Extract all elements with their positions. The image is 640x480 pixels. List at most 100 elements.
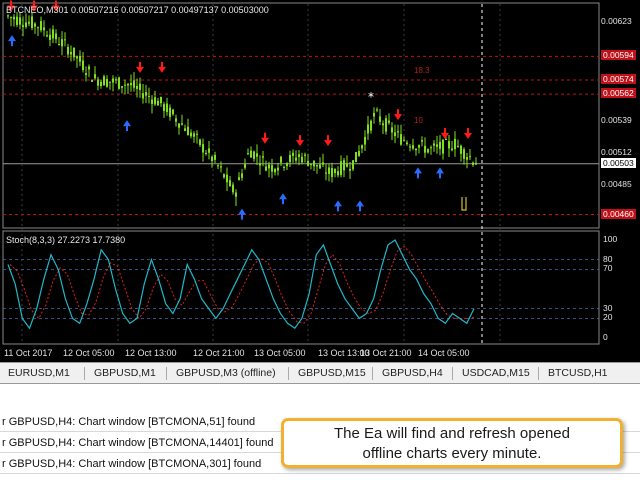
price-chart[interactable]: * BTCNEO,M301 0.00507216 0.00507217 0.00… <box>0 0 640 362</box>
candle-body <box>274 168 276 173</box>
time-axis-label: 12 Oct 13:00 <box>125 348 177 358</box>
sell-arrow-icon <box>464 128 472 140</box>
sell-arrow-icon <box>261 132 269 144</box>
candle-body <box>370 120 372 131</box>
candle-body <box>100 81 102 87</box>
candle-body <box>397 131 399 133</box>
price-axis-label: 0.00594 <box>601 50 636 61</box>
buy-arrow-icon <box>279 193 287 205</box>
tab-gbpusd-m1[interactable]: GBPUSD,M1 <box>88 366 162 381</box>
candle-body <box>265 166 267 171</box>
candle-body <box>238 177 240 181</box>
tab-eurusd-m1[interactable]: EURUSD,M1 <box>2 366 76 381</box>
candle-body <box>163 104 165 111</box>
candle-body <box>169 107 171 117</box>
tab-separator <box>452 367 453 380</box>
candle-body <box>154 97 156 105</box>
candle-body <box>355 152 357 162</box>
price-axis-label: 0.00562 <box>601 88 636 99</box>
time-axis-label: 12 Oct 21:00 <box>193 348 245 358</box>
candle-body <box>463 149 465 159</box>
candle-body <box>82 60 84 70</box>
candle-body <box>193 133 195 137</box>
price-pane-frame <box>2 2 600 229</box>
tab-gbpusd-h4[interactable]: GBPUSD,H4 <box>376 366 449 381</box>
candle-body <box>160 96 162 104</box>
candle-body <box>445 139 447 141</box>
tab-gbpusd-m3-offline[interactable]: GBPUSD,M3 (offline) <box>170 366 282 381</box>
candle-body <box>352 160 354 170</box>
tab-usdcad-m15[interactable]: USDCAD,M15 <box>456 366 536 381</box>
candle-body <box>439 141 441 149</box>
candle-body <box>121 86 123 88</box>
price-axis-label: 0.00485 <box>601 179 632 190</box>
candle-body <box>76 56 78 59</box>
candle-body <box>7 15 9 17</box>
stochastic-axis-label: 30 <box>603 302 613 313</box>
candle-body <box>277 167 279 171</box>
candle-body <box>460 145 462 154</box>
price-axis-label: 0.00503 <box>601 157 636 168</box>
candle-body <box>400 134 402 145</box>
callout-line-1: The Ea will find and refresh opened <box>334 425 570 442</box>
chart-tab-bar: EURUSD,M1 GBPUSD,M1 GBPUSD,M3 (offline) … <box>0 362 640 384</box>
candle-body <box>64 39 66 41</box>
candle-body <box>13 16 15 20</box>
candle-body <box>418 145 420 148</box>
price-axis-label: 0.00623 <box>601 16 632 27</box>
candle-body <box>199 139 201 145</box>
candle-body <box>250 150 252 158</box>
sell-arrow-icon <box>158 61 166 73</box>
tab-gbpusd-m15[interactable]: GBPUSD,M15 <box>292 366 372 381</box>
buy-arrow-icon <box>8 35 16 47</box>
candle-body <box>22 25 24 28</box>
candle-body <box>469 156 471 158</box>
bracket-marker <box>461 197 467 211</box>
tab-separator <box>166 367 167 380</box>
candle-body <box>16 16 18 25</box>
candle-body <box>262 156 264 158</box>
candle-body <box>292 152 294 156</box>
stochastic-axis-label: 70 <box>603 263 613 274</box>
buy-arrow-icon <box>436 167 444 179</box>
candle-body <box>220 166 222 168</box>
asterisk-marker: * <box>368 90 374 104</box>
candle-body <box>379 116 381 122</box>
candle-body <box>178 123 180 128</box>
candle-body <box>409 146 411 148</box>
tab-separator <box>288 367 289 380</box>
stochastic-axis-label: 0 <box>603 332 608 342</box>
candle-body <box>253 151 255 159</box>
price-axis-label: 0.00512 <box>601 147 632 158</box>
candle-body <box>31 16 33 29</box>
stochastic-signal-line <box>9 245 477 324</box>
candle-body <box>124 84 126 86</box>
candle-body <box>271 165 273 172</box>
tab-btcusd-h1[interactable]: BTCUSD,H1 <box>542 366 640 381</box>
candle-body <box>427 149 429 153</box>
candle-body <box>97 79 99 86</box>
candle-body <box>172 109 174 115</box>
candle-body <box>283 166 285 168</box>
candle-body <box>229 180 231 187</box>
candle-body <box>466 157 468 160</box>
candle-body <box>184 128 186 131</box>
candle-body <box>34 23 36 27</box>
candle-body <box>73 47 75 58</box>
candle-body <box>298 154 300 157</box>
candle-body <box>241 173 243 178</box>
sell-arrow-icon <box>296 135 304 147</box>
stochastic-pane-frame <box>2 230 600 345</box>
chart-canvas[interactable]: * <box>0 0 640 362</box>
candle-body <box>424 145 426 153</box>
candle-body <box>436 144 438 147</box>
candle-body <box>280 156 282 163</box>
candle-body <box>319 164 321 169</box>
candle-body <box>136 85 138 89</box>
candle-body <box>361 145 363 149</box>
sell-arrow-icon <box>136 61 144 73</box>
candle-body <box>205 152 207 154</box>
candle-body <box>19 17 21 25</box>
candle-body <box>196 133 198 135</box>
callout-line-2: offline charts every minute. <box>362 445 542 462</box>
